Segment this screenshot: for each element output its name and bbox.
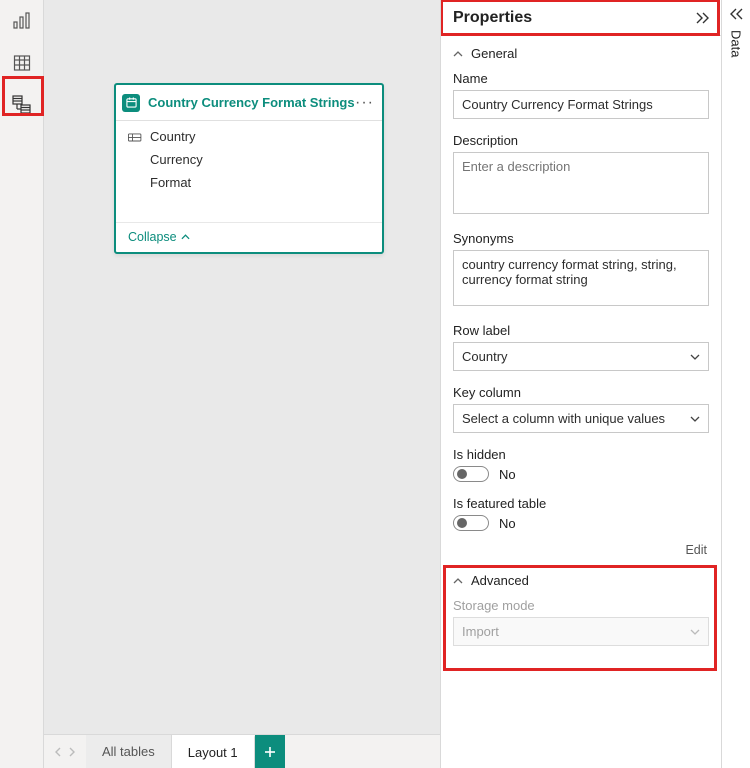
collapse-button[interactable]: Collapse <box>128 230 190 244</box>
synonyms-label: Synonyms <box>453 231 709 246</box>
key-field-icon <box>128 131 150 143</box>
field-row[interactable]: Format <box>116 171 382 194</box>
field-label: Country <box>150 129 196 144</box>
data-pane-label[interactable]: Data <box>729 30 744 57</box>
properties-title: Properties <box>453 9 532 27</box>
collapse-panel-icon[interactable] <box>695 12 711 24</box>
storage-mode-label: Storage mode <box>453 598 709 613</box>
is-featured-toggle[interactable] <box>453 515 489 531</box>
chevron-up-icon <box>453 578 463 584</box>
field-row[interactable]: Currency <box>116 148 382 171</box>
tab-layout-1[interactable]: Layout 1 <box>172 735 255 768</box>
next-layout-icon[interactable] <box>68 747 76 757</box>
model-view-icon[interactable] <box>0 84 43 126</box>
key-column-select[interactable]: Select a column with unique values <box>453 404 709 433</box>
chevron-down-icon <box>690 416 700 422</box>
report-view-icon[interactable] <box>0 0 43 42</box>
description-label: Description <box>453 133 709 148</box>
key-column-label: Key column <box>453 385 709 400</box>
name-label: Name <box>453 71 709 86</box>
is-hidden-toggle[interactable] <box>453 466 489 482</box>
field-row[interactable]: Country <box>116 125 382 148</box>
chevron-up-icon <box>453 51 463 57</box>
section-general[interactable]: General <box>441 36 721 67</box>
field-label: Format <box>150 175 191 190</box>
is-hidden-label: Is hidden <box>453 447 709 462</box>
is-featured-label: Is featured table <box>453 496 709 511</box>
model-canvas[interactable]: Country Currency Format Strings ··· Coun… <box>44 0 440 768</box>
table-view-icon[interactable] <box>0 42 43 84</box>
is-featured-value: No <box>499 516 516 531</box>
section-advanced[interactable]: Advanced <box>441 563 721 594</box>
more-options-icon[interactable]: ··· <box>355 94 374 112</box>
table-card[interactable]: Country Currency Format Strings ··· Coun… <box>114 83 384 254</box>
data-pane-collapsed: Data <box>722 0 750 768</box>
chevron-up-icon <box>181 234 190 240</box>
edit-link[interactable]: Edit <box>441 541 721 563</box>
chevron-down-icon <box>690 629 700 635</box>
row-label-label: Row label <box>453 323 709 338</box>
description-input[interactable] <box>453 152 709 214</box>
row-label-select[interactable]: Country <box>453 342 709 371</box>
properties-panel: Properties General Name Description Syno… <box>440 0 722 768</box>
field-label: Currency <box>150 152 203 167</box>
chevron-down-icon <box>690 354 700 360</box>
table-card-title: Country Currency Format Strings <box>148 95 355 110</box>
layout-tab-bar: All tables Layout 1 <box>44 734 440 768</box>
left-nav <box>0 0 44 768</box>
calendar-table-icon <box>122 94 140 112</box>
synonyms-input[interactable] <box>453 250 709 306</box>
is-hidden-value: No <box>499 467 516 482</box>
storage-mode-select: Import <box>453 617 709 646</box>
prev-layout-icon[interactable] <box>54 747 62 757</box>
tab-all-tables[interactable]: All tables <box>86 735 172 768</box>
expand-data-pane-icon[interactable] <box>728 8 744 20</box>
name-input[interactable] <box>453 90 709 119</box>
add-layout-button[interactable] <box>255 735 285 768</box>
